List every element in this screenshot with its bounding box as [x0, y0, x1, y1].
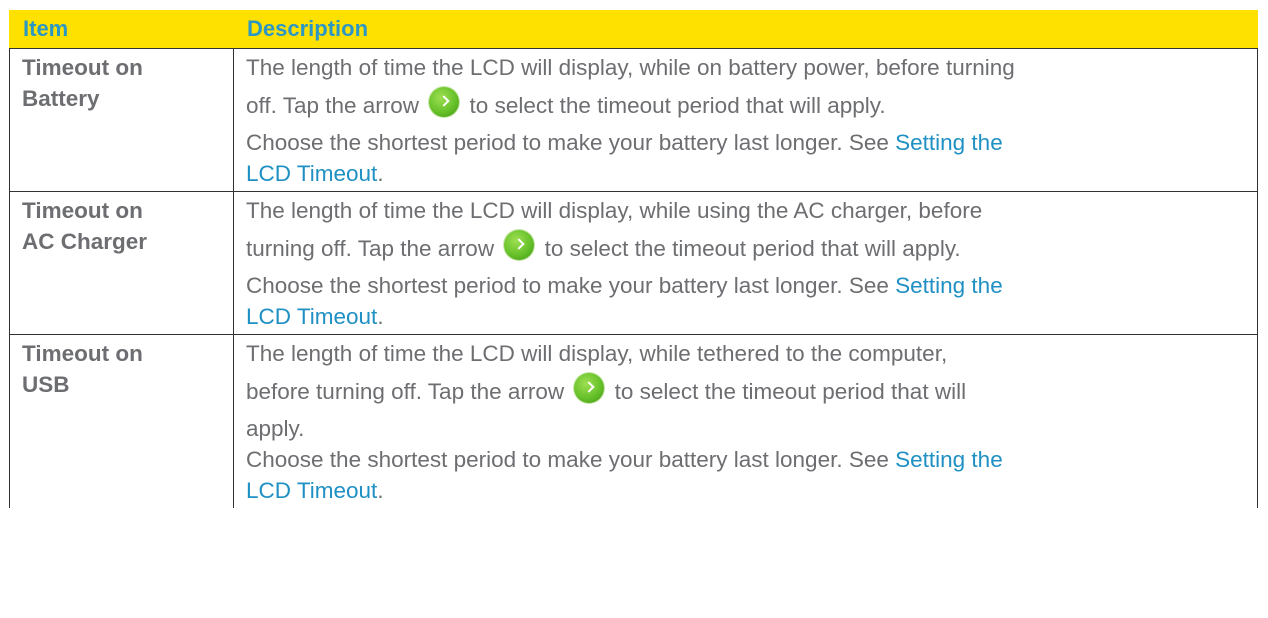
item-label-line: Timeout on: [22, 198, 143, 223]
setting-lcd-timeout-link[interactable]: LCD Timeout: [246, 304, 377, 329]
description-cell: The length of time the LCD will display,…: [233, 191, 1258, 335]
item-label-line: Battery: [22, 86, 100, 111]
document-page: Item Description Timeout on Battery The …: [0, 0, 1268, 618]
table-row: Timeout on AC Charger The length of time…: [9, 191, 1258, 335]
green-arrow-icon: [429, 87, 460, 117]
setting-lcd-timeout-link[interactable]: Setting the: [895, 130, 1003, 155]
description-text: before turning off. Tap the arrow to sel…: [246, 369, 1249, 413]
item-label-line: Timeout on: [22, 341, 143, 366]
description-text: LCD Timeout.: [246, 478, 384, 503]
setting-lcd-timeout-link[interactable]: LCD Timeout: [246, 478, 377, 503]
item-label-line: USB: [22, 372, 70, 397]
description-cell: The length of time the LCD will display,…: [233, 334, 1258, 508]
description-text: Choose the shortest period to make your …: [246, 130, 1003, 155]
green-arrow-icon: [574, 373, 605, 403]
description-text: turning off. Tap the arrow to select the…: [246, 226, 1249, 270]
item-cell: Timeout on AC Charger: [9, 191, 234, 335]
header-item: Item: [9, 10, 234, 49]
description-text: The length of time the LCD will display,…: [246, 341, 948, 366]
item-cell: Timeout on Battery: [9, 48, 234, 192]
description-text: LCD Timeout.: [246, 304, 384, 329]
table-header-row: Item Description: [9, 10, 1258, 49]
table-row: Timeout on Battery The length of time th…: [9, 48, 1258, 192]
description-text: LCD Timeout.: [246, 161, 384, 186]
settings-table: Item Description Timeout on Battery The …: [9, 10, 1258, 508]
description-text: Choose the shortest period to make your …: [246, 273, 1003, 298]
item-label-line: Timeout on: [22, 55, 143, 80]
setting-lcd-timeout-link[interactable]: Setting the: [895, 273, 1003, 298]
table-row: Timeout on USB The length of time the LC…: [9, 334, 1258, 508]
green-arrow-icon: [504, 230, 535, 260]
item-cell: Timeout on USB: [9, 334, 234, 508]
item-label-line: AC Charger: [22, 229, 148, 254]
description-text: off. Tap the arrow to select the timeout…: [246, 83, 1249, 127]
description-text: The length of time the LCD will display,…: [246, 198, 983, 223]
description-text: apply.: [246, 416, 305, 441]
description-cell: The length of time the LCD will display,…: [233, 48, 1258, 192]
setting-lcd-timeout-link[interactable]: Setting the: [895, 447, 1003, 472]
description-text: The length of time the LCD will display,…: [246, 55, 1015, 80]
header-description: Description: [233, 10, 1258, 49]
description-text: Choose the shortest period to make your …: [246, 447, 1003, 472]
setting-lcd-timeout-link[interactable]: LCD Timeout: [246, 161, 377, 186]
